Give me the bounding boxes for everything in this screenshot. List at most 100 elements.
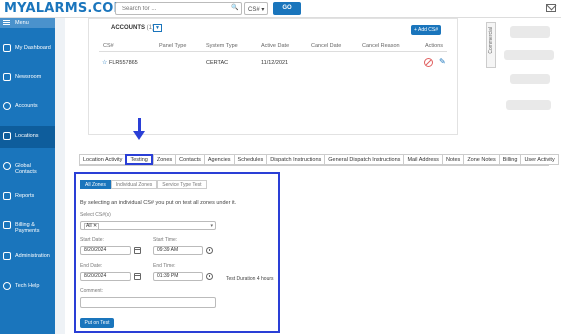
edit-icon[interactable]: ✎ [439,57,446,66]
select-cs-field[interactable]: All ✕ ▾ [80,221,216,230]
search-type-select[interactable]: CS# ▾ [244,2,268,15]
end-date-input[interactable]: 8/20/2024 [80,272,131,281]
sidebar-item-accounts[interactable]: Accounts [0,96,55,118]
cancel-icon[interactable] [424,58,433,67]
cell-system-type: CERTAC [206,60,229,66]
start-date-label: Start Date: [80,237,104,243]
subtab-all-zones[interactable]: All Zones [80,180,111,189]
sidebar-item-global-contacts[interactable]: Global Contacts [0,156,55,182]
tab-billing[interactable]: Billing [498,154,521,165]
billing-icon [3,221,11,229]
tab-dispatch-instructions[interactable]: Dispatch Instructions [266,154,325,165]
chevron-down-icon: ▾ [261,7,265,13]
column-header: Actions [425,43,444,49]
testing-subtabs: All Zones Individual Zones Service Type … [80,180,207,189]
blurred-info [504,50,554,60]
search-type-value: CS# [248,7,260,13]
accounts-title: ACCOUNTS (1) [111,25,155,31]
sidebar-item-label: Billing & Payments [15,222,40,234]
star-icon[interactable]: ☆ [102,59,107,66]
test-duration: Test Duration 4 hours [226,276,274,282]
sidebar-item-reports[interactable]: Reports [0,186,55,208]
clock-icon[interactable] [206,247,213,254]
blurred-info [506,100,551,110]
clock-icon[interactable] [206,273,213,280]
sidebar-item-newsroom[interactable]: Newsroom [0,67,55,89]
tab-location-activity[interactable]: Location Activity [79,154,126,165]
add-cs-button[interactable]: + Add CS# [411,25,441,35]
sidebar-item-tech-help[interactable]: Tech Help [0,276,55,298]
dashboard-icon [3,44,11,52]
newsroom-icon [3,73,11,81]
tab-testing[interactable]: Testing [125,154,153,165]
blurred-info [510,74,550,84]
mail-icon[interactable] [546,4,556,12]
admin-icon [3,252,11,260]
end-time-input[interactable]: 01:39 PM [153,272,203,281]
locations-icon [3,132,11,140]
start-date-input[interactable]: 8/20/2024 [80,246,131,255]
end-date-label: End Date: [80,263,103,269]
sidebar-item-label: Administration [15,253,50,259]
column-header: Active Date [261,43,290,49]
sidebar-item-label: Tech Help [15,283,40,289]
comment-input[interactable] [80,297,216,308]
logo[interactable]: MYALARMS.COM [4,1,127,16]
hamburger-icon [3,20,10,25]
tab-notes[interactable]: Notes [441,154,464,165]
put-on-test-button[interactable]: Put on Test [80,318,114,328]
commercial-tab[interactable]: Commercial [486,22,496,68]
accounts-panel: ACCOUNTS (1) ▼ + Add CS# CS# Panel Type … [88,18,458,135]
sidebar: Menu My Dashboard Newsroom Accounts Loca… [0,18,55,334]
sidebar-item-label: Global Contacts [15,163,37,175]
comment-label: Comment: [80,288,104,294]
tabs-divider [79,165,549,166]
accounts-icon [3,102,11,110]
tab-user-activity[interactable]: User Activity [520,154,559,165]
tab-zones[interactable]: Zones [152,154,176,165]
reports-icon [3,192,11,200]
search-icon[interactable]: 🔍 [231,4,238,11]
sidebar-item-dashboard[interactable]: My Dashboard [0,38,55,60]
header-divider [99,51,447,52]
subtab-individual-zones[interactable]: Individual Zones [110,180,158,189]
sidebar-item-administration[interactable]: Administration [0,246,55,268]
chevron-down-icon: ▾ [210,223,213,229]
select-cs-label: Select CS#(s) [80,212,111,218]
menu-label: Menu [15,20,29,26]
tab-agencies[interactable]: Agencies [203,154,234,165]
help-icon [3,282,11,290]
subtab-service-type-test[interactable]: Service Type Test [157,180,207,189]
calendar-icon[interactable] [134,247,141,254]
go-button[interactable]: GO [273,2,301,15]
blurred-info [510,26,550,38]
column-header: CS# [103,43,114,49]
remove-chip-icon[interactable]: ✕ [93,223,97,229]
tab-contacts[interactable]: Contacts [175,154,204,165]
calendar-icon[interactable] [134,273,141,280]
cell-cs[interactable]: FLR557865 [109,60,138,66]
end-time-label: End Time: [153,263,176,269]
content-gutter [55,18,65,334]
tab-general-dispatch-instructions[interactable]: General Dispatch Instructions [324,154,404,165]
column-header: Panel Type [159,43,187,49]
sidebar-item-label: Newsroom [15,74,42,80]
start-time-input[interactable]: 09:39 AM [153,246,203,255]
tab-mail-address[interactable]: Mail Address [403,154,442,165]
tab-zone-notes[interactable]: Zone Notes [463,154,499,165]
location-tabs: Location Activity Testing Zones Contacts… [79,154,559,165]
column-header: Cancel Reason [362,43,400,49]
menu-toggle[interactable]: Menu [0,18,55,28]
search-box[interactable] [115,2,242,15]
filter-icon[interactable]: ▼ [153,24,162,32]
testing-form: All Zones Individual Zones Service Type … [74,172,280,333]
column-header: Cancel Date [311,43,342,49]
sidebar-item-label: Accounts [15,103,38,109]
sidebar-item-billing[interactable]: Billing & Payments [0,215,55,241]
sidebar-item-locations[interactable]: Locations [0,126,55,148]
column-header: System Type [206,43,238,49]
selected-chip: All ✕ [84,223,100,230]
testing-description: By selecting an individual CS# you put o… [80,200,237,206]
tab-schedules[interactable]: Schedules [233,154,267,165]
search-input[interactable] [116,3,241,14]
